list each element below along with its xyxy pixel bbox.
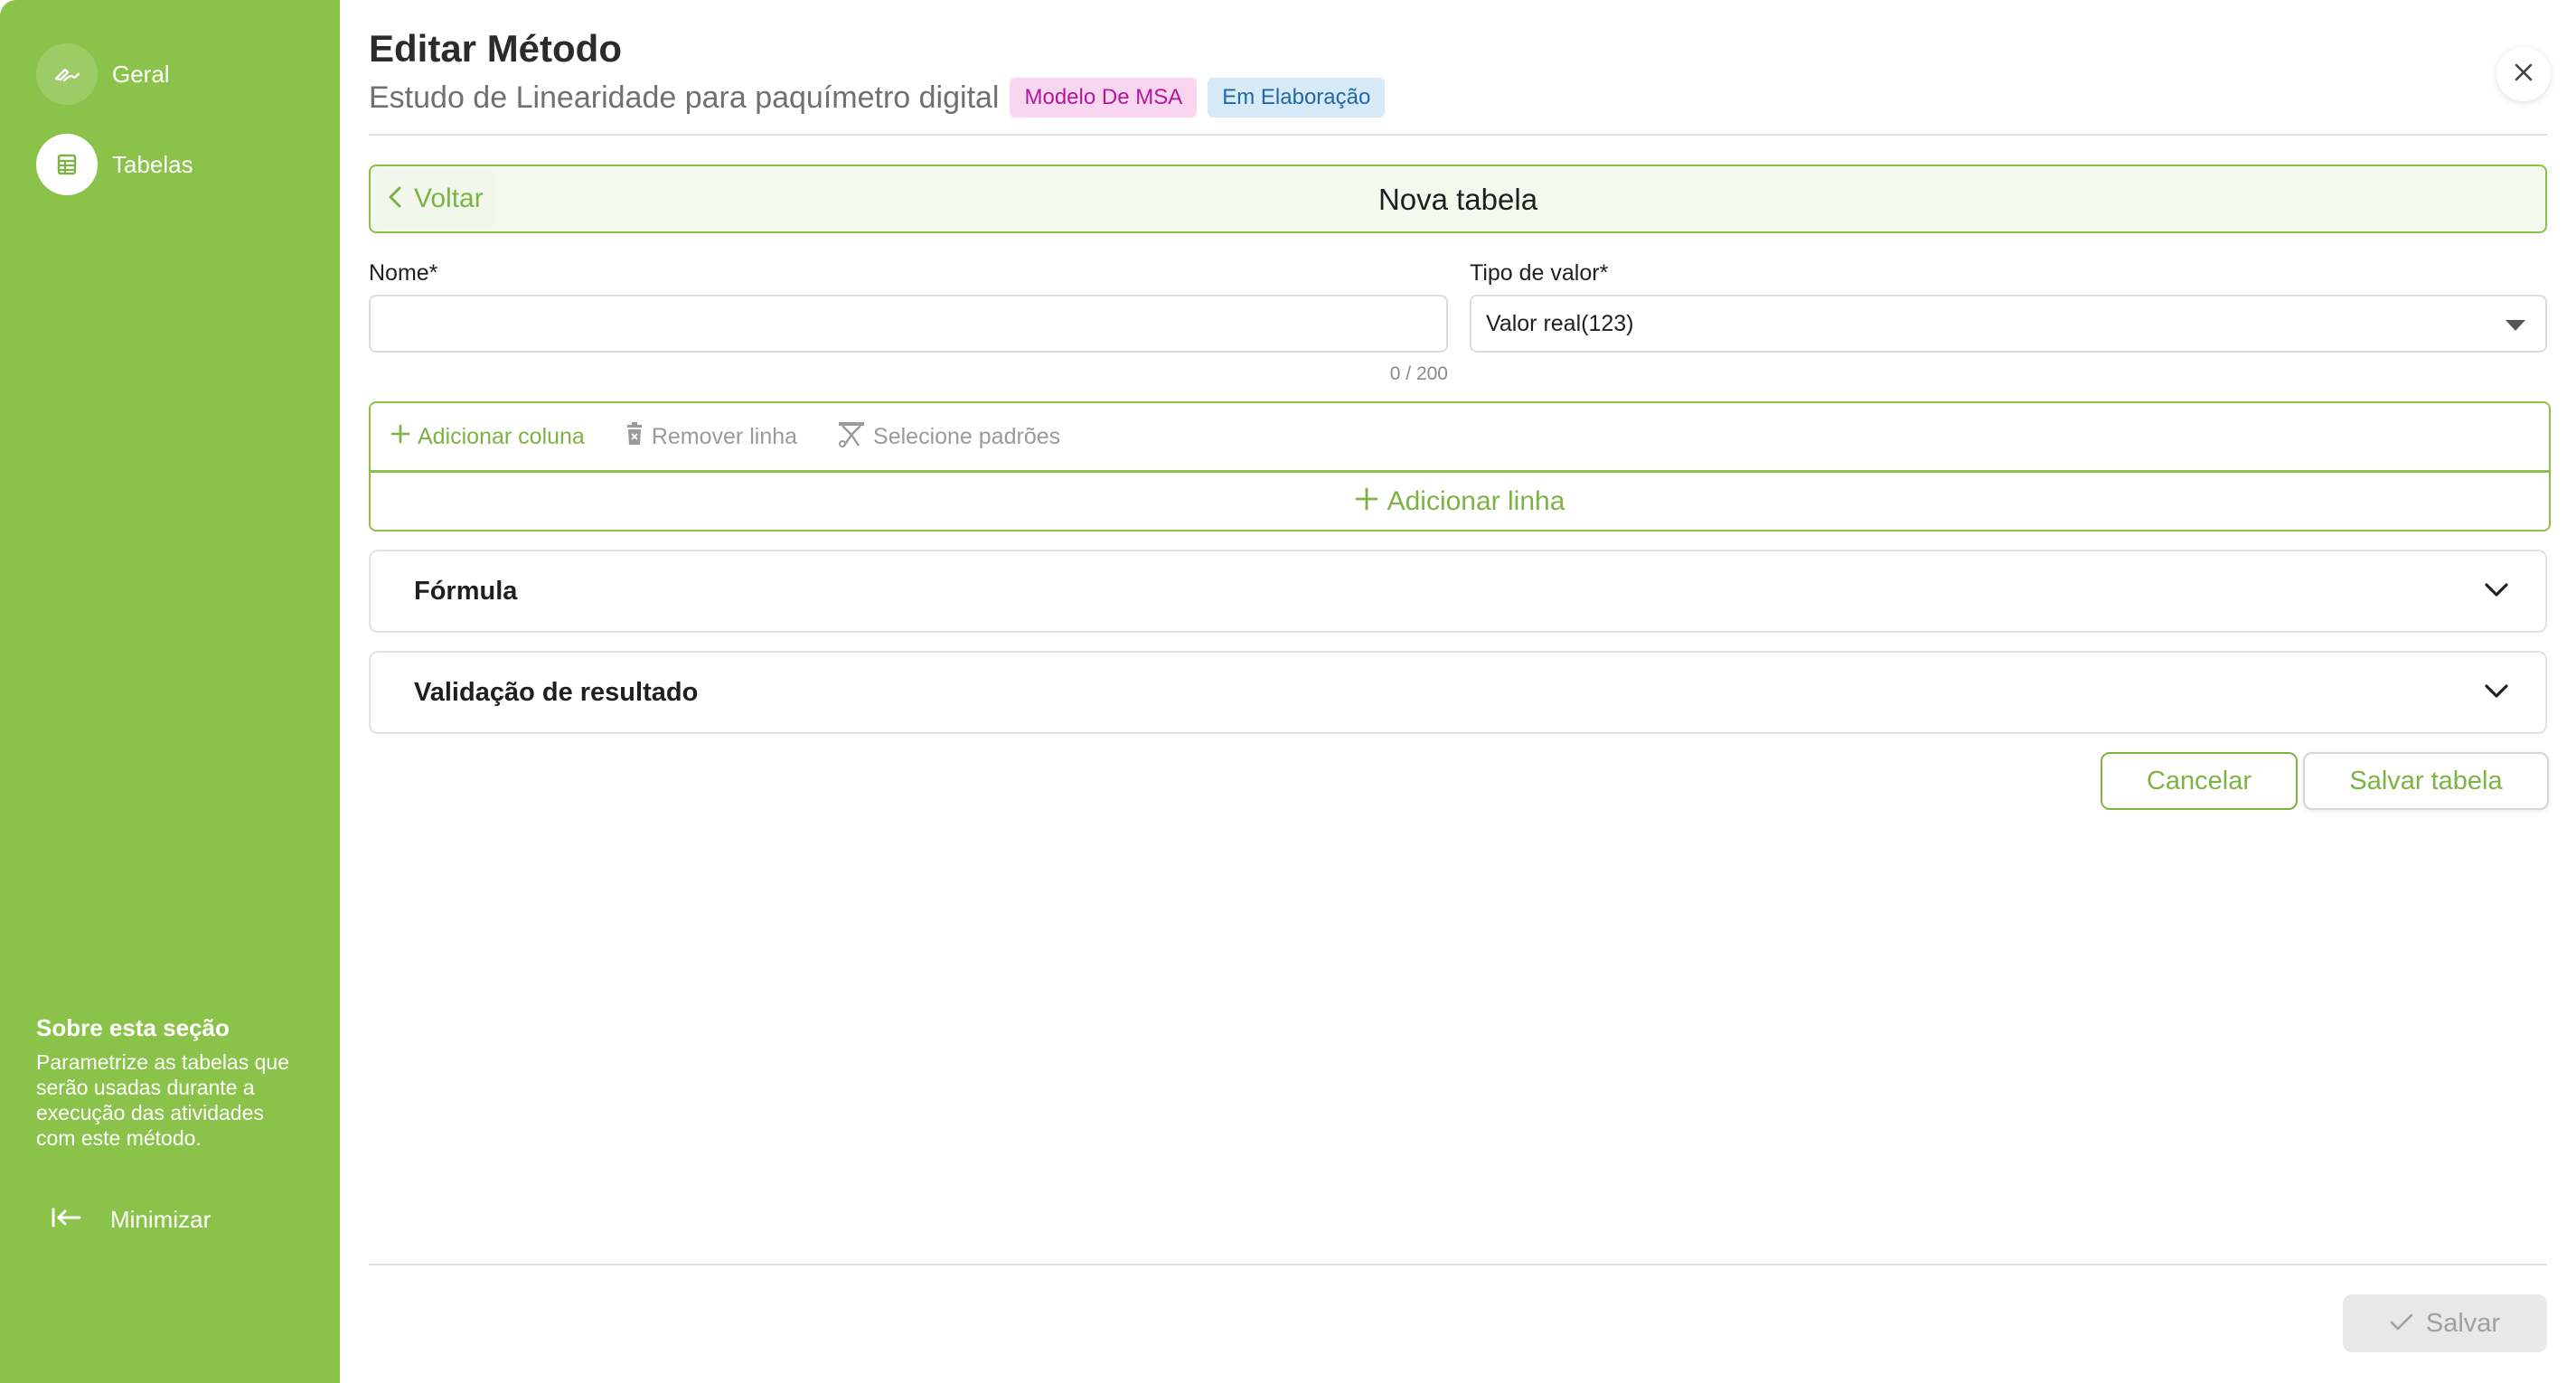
table-header-bar: Nova tabela Voltar [369, 165, 2547, 233]
subtitle-row: Estudo de Linearidade para paquímetro di… [369, 78, 1386, 118]
plus-icon [390, 424, 410, 450]
trash-icon [625, 421, 644, 452]
footer-divider [369, 1264, 2547, 1265]
formula-title: Fórmula [414, 576, 518, 606]
close-button[interactable] [2496, 47, 2551, 101]
close-icon [2513, 61, 2534, 88]
page-title: Editar Método [369, 27, 622, 70]
table-editor: Adicionar coluna Remover linha Selecione… [369, 401, 2551, 532]
value-type-label: Tipo de valor* [1470, 260, 1609, 286]
value-type-select[interactable]: Valor real(123) [1470, 295, 2547, 353]
plus-icon [1355, 487, 1378, 515]
name-input[interactable] [369, 295, 1448, 353]
about-text: Parametrize as tabelas que serão usadas … [36, 1050, 289, 1150]
add-row-label: Adicionar linha [1387, 485, 1565, 516]
status-badge: Em Elaboração [1208, 78, 1386, 118]
remove-row-label: Remover linha [651, 423, 798, 449]
formula-section[interactable]: Fórmula [369, 550, 2547, 633]
add-column-label: Adicionar coluna [418, 423, 585, 449]
save-button[interactable]: Salvar [2343, 1294, 2547, 1352]
save-label: Salvar [2425, 1308, 2501, 1338]
table-toolbar: Adicionar coluna Remover linha Selecione… [371, 403, 2549, 470]
sidebar-item-label: Tabelas [112, 150, 193, 178]
value-type-selected: Valor real(123) [1486, 310, 1634, 336]
back-label: Voltar [414, 183, 484, 213]
about-section: Sobre esta seção Parametrize as tabelas … [36, 1014, 307, 1151]
sidebar-item-label: Geral [112, 60, 170, 88]
caret-down-icon [2505, 320, 2525, 331]
table-icon [36, 134, 98, 195]
check-icon [2390, 1313, 2413, 1334]
minimize-button[interactable]: Minimizar [51, 1206, 211, 1234]
collapse-left-icon [51, 1207, 83, 1233]
result-validation-section[interactable]: Validação de resultado [369, 651, 2547, 734]
sidebar-item-tabelas[interactable]: Tabelas [36, 134, 193, 195]
minimize-label: Minimizar [110, 1206, 212, 1233]
add-row-button[interactable]: Adicionar linha [371, 473, 2549, 530]
select-standards-button[interactable]: Selecione padrões [837, 420, 1060, 454]
back-button[interactable]: Voltar [376, 172, 496, 226]
chevron-down-icon [2484, 683, 2509, 704]
sidebar-item-geral[interactable]: Geral [36, 43, 170, 105]
header-divider [369, 134, 2547, 136]
select-standards-label: Selecione padrões [873, 423, 1061, 449]
main-panel: Editar Método Estudo de Linearidade para… [340, 0, 2576, 1383]
result-validation-title: Validação de resultado [414, 677, 699, 707]
signature-icon [36, 43, 98, 105]
remove-row-button[interactable]: Remover linha [625, 421, 798, 452]
add-column-button[interactable]: Adicionar coluna [390, 424, 585, 450]
sidebar: Geral Tabelas Sobre esta seção Parametri… [0, 0, 340, 1383]
cancel-button[interactable]: Cancelar [2101, 752, 2298, 810]
chevron-down-icon [2484, 582, 2509, 603]
about-title: Sobre esta seção [36, 1014, 230, 1041]
chevron-left-icon [387, 184, 403, 214]
name-char-counter: 0 / 200 [1389, 363, 1448, 384]
model-badge: Modelo De MSA [1010, 78, 1198, 118]
save-table-button[interactable]: Salvar tabela [2303, 752, 2549, 810]
form-title: Nova tabela [1377, 183, 1538, 216]
method-name: Estudo de Linearidade para paquímetro di… [369, 80, 1000, 115]
caliper-icon [837, 420, 866, 454]
name-label: Nome* [369, 260, 438, 286]
